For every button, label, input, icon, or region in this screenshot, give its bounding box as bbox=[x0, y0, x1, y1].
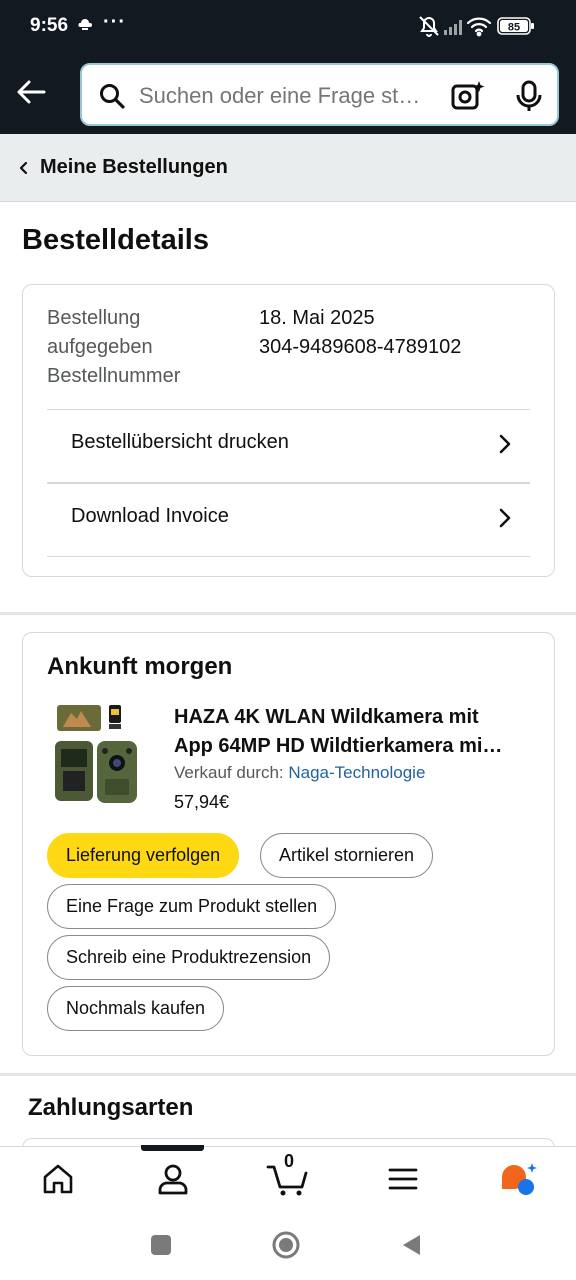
product-title-line2: App 64MP HD Wildtierkamera mi… bbox=[174, 735, 503, 757]
chevron-right-icon bbox=[499, 434, 511, 454]
order-placed-label: Bestellung bbox=[47, 307, 141, 329]
download-invoice-label: Download Invoice bbox=[71, 505, 229, 527]
download-invoice-link[interactable]: Download Invoice bbox=[47, 483, 530, 555]
product-title-line1: HAZA 4K WLAN Wildkamera mit bbox=[174, 706, 479, 728]
notification-icon bbox=[78, 19, 92, 30]
arrival-status: Ankunft morgen bbox=[47, 653, 233, 680]
breadcrumb-label[interactable]: Meine Bestellungen bbox=[40, 156, 228, 179]
battery-level: 85 bbox=[508, 22, 520, 34]
seller-link[interactable]: Naga-Technologie bbox=[288, 763, 425, 782]
cancel-item-button[interactable]: Artikel stornieren bbox=[260, 833, 434, 878]
section-separator bbox=[0, 1073, 576, 1076]
order-info-card: Bestellung aufgegeben Bestellnummer 18. … bbox=[22, 284, 555, 577]
camera-search-icon[interactable] bbox=[450, 78, 486, 114]
product-thumbnail[interactable] bbox=[53, 701, 141, 805]
seller-prefix: Verkauf durch: bbox=[174, 763, 284, 782]
more-notifications-icon: ··· bbox=[103, 11, 126, 33]
back-button-icon[interactable] bbox=[400, 1233, 422, 1257]
order-number: 304-9489608-4789102 bbox=[259, 336, 462, 358]
shipment-card: Ankunft morgen HAZA 4K WLAN Wildkamera m… bbox=[22, 632, 555, 1056]
bottom-nav: 0 bbox=[0, 1145, 576, 1214]
print-summary-link[interactable]: Bestellübersicht drucken bbox=[47, 409, 530, 481]
order-date: 18. Mai 2025 bbox=[259, 307, 375, 329]
muted-bell-icon bbox=[419, 16, 439, 37]
microphone-icon[interactable] bbox=[512, 79, 546, 113]
home-button-icon[interactable] bbox=[271, 1230, 301, 1260]
divider bbox=[47, 556, 530, 557]
rufus-assistant-icon[interactable] bbox=[498, 1161, 540, 1197]
ask-question-button[interactable]: Eine Frage zum Produkt stellen bbox=[47, 884, 337, 929]
search-input[interactable] bbox=[139, 83, 441, 109]
cart-count: 0 bbox=[284, 1151, 295, 1171]
account-icon[interactable] bbox=[155, 1161, 191, 1197]
active-tab-indicator bbox=[141, 1145, 204, 1151]
system-status-icons: 85 bbox=[419, 16, 534, 37]
page-title: Bestelldetails bbox=[22, 224, 209, 256]
search-icon bbox=[100, 84, 125, 109]
chevron-left-icon bbox=[19, 161, 28, 175]
status-bar: 9:56 ··· 85 bbox=[0, 0, 576, 52]
signal-icon bbox=[444, 20, 462, 35]
print-summary-label: Bestellübersicht drucken bbox=[71, 431, 289, 453]
breadcrumb[interactable]: Meine Bestellungen bbox=[0, 134, 576, 202]
track-delivery-button[interactable]: Lieferung verfolgen bbox=[47, 833, 240, 878]
payment-section-title: Zahlungsarten bbox=[28, 1094, 194, 1121]
system-nav-bar bbox=[0, 1214, 576, 1280]
chevron-right-icon bbox=[499, 508, 511, 528]
wifi-icon bbox=[466, 17, 492, 37]
app-header: 9:56 ··· 85 Suchen oder eine Frage st… bbox=[0, 0, 576, 134]
seller-info: Verkauf durch: Naga-Technologie bbox=[174, 763, 425, 783]
buy-again-button[interactable]: Nochmals kaufen bbox=[47, 986, 225, 1031]
write-review-button[interactable]: Schreib eine Produktrezension bbox=[47, 935, 331, 980]
status-time: 9:56 bbox=[30, 15, 69, 36]
recent-apps-icon[interactable] bbox=[150, 1234, 172, 1256]
section-separator bbox=[0, 612, 576, 615]
home-icon[interactable] bbox=[40, 1161, 76, 1197]
battery-icon: 85 bbox=[497, 17, 534, 35]
order-number-label: Bestellnummer bbox=[47, 365, 181, 387]
order-placed-label-cont: aufgegeben bbox=[47, 336, 153, 358]
back-arrow-icon[interactable] bbox=[14, 74, 50, 110]
product-title[interactable]: HAZA 4K WLAN Wildkamera mit App 64MP HD … bbox=[174, 703, 536, 761]
product-price: 57,94€ bbox=[174, 792, 230, 812]
menu-icon[interactable] bbox=[385, 1161, 421, 1197]
search-bar[interactable] bbox=[80, 63, 559, 126]
